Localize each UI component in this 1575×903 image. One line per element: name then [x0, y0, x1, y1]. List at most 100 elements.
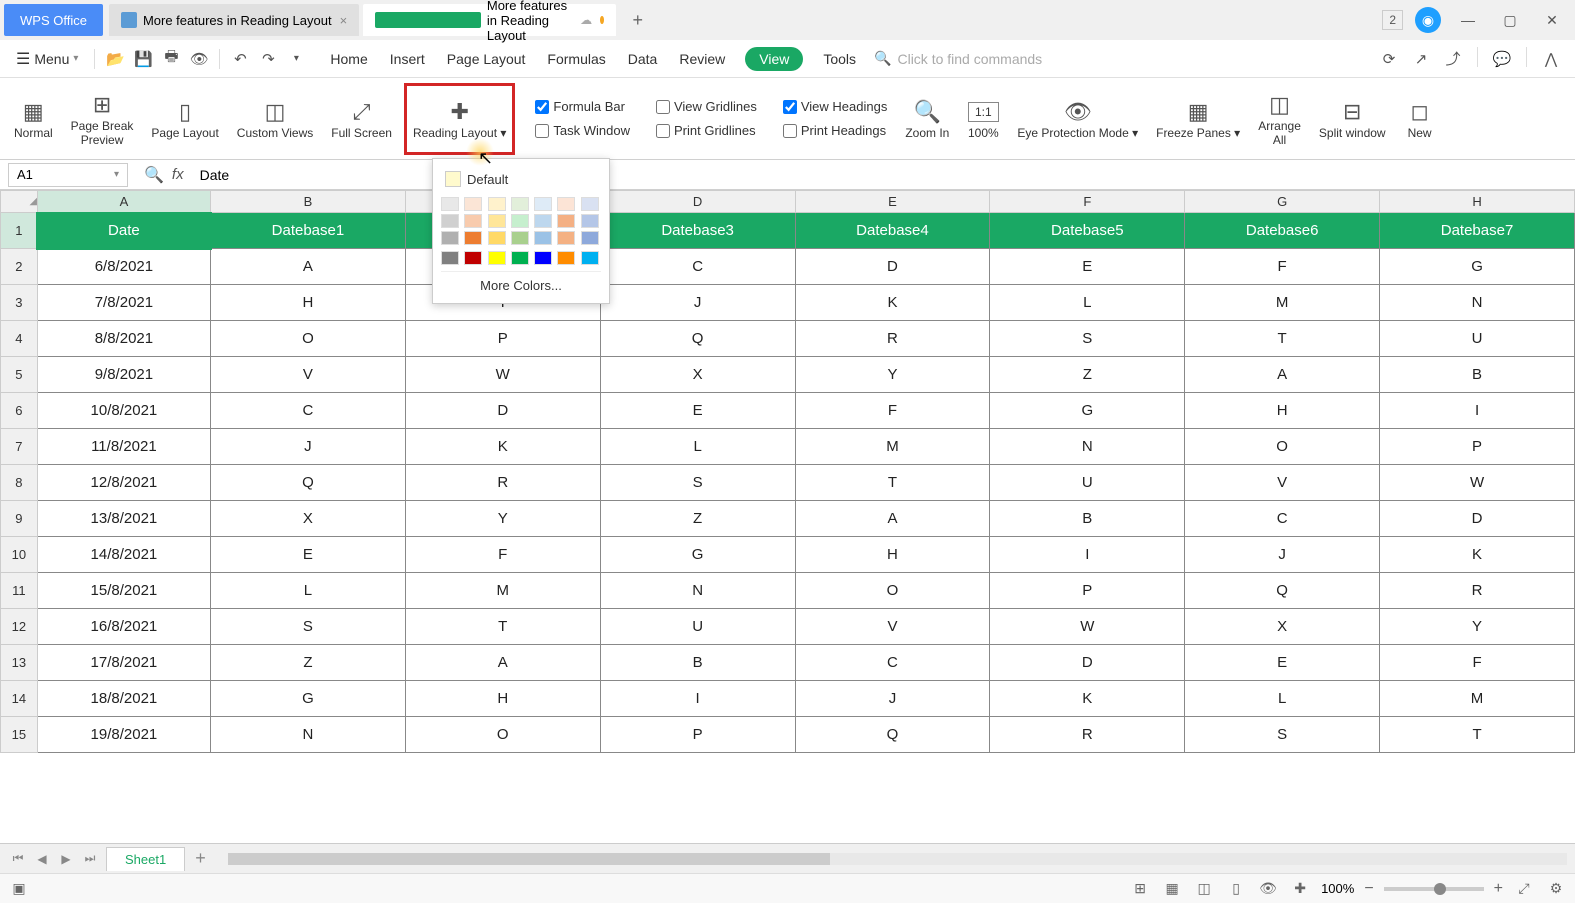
data-cell[interactable]: L: [990, 285, 1185, 321]
data-cell[interactable]: B: [1380, 357, 1575, 393]
data-cell[interactable]: C: [1185, 501, 1380, 537]
first-sheet-button[interactable]: ⏮: [8, 849, 28, 869]
data-cell[interactable]: A: [211, 249, 406, 285]
comments-icon[interactable]: 💬: [1490, 47, 1514, 71]
data-cell[interactable]: Q: [211, 465, 406, 501]
data-cell[interactable]: Z: [211, 645, 406, 681]
formula-bar-check[interactable]: Formula Bar: [529, 96, 636, 118]
data-cell[interactable]: O: [795, 573, 990, 609]
color-swatch[interactable]: [557, 231, 575, 245]
data-cell[interactable]: G: [600, 537, 795, 573]
last-sheet-button[interactable]: ⏭: [80, 849, 100, 869]
data-cell[interactable]: I: [1380, 393, 1575, 429]
color-swatch[interactable]: [581, 214, 599, 228]
data-cell[interactable]: G: [211, 681, 406, 717]
data-cell[interactable]: J: [795, 681, 990, 717]
data-cell[interactable]: E: [600, 393, 795, 429]
data-cell[interactable]: X: [1185, 609, 1380, 645]
data-cell[interactable]: F: [795, 393, 990, 429]
data-cell[interactable]: M: [1185, 285, 1380, 321]
data-cell[interactable]: S: [211, 609, 406, 645]
close-icon[interactable]: ×: [340, 13, 348, 28]
normal-view-button[interactable]: ▦ Normal: [8, 83, 59, 155]
color-swatch[interactable]: [557, 197, 575, 211]
data-cell[interactable]: Z: [990, 357, 1185, 393]
zoom-100-button[interactable]: 1:1 100%: [961, 83, 1005, 155]
arrange-all-button[interactable]: ◫ Arrange All: [1252, 83, 1307, 155]
data-cell[interactable]: A: [795, 501, 990, 537]
data-cell[interactable]: E: [211, 537, 406, 573]
color-swatch[interactable]: [511, 197, 529, 211]
column-header[interactable]: D: [600, 191, 795, 213]
next-sheet-button[interactable]: ▶: [56, 849, 76, 869]
data-cell[interactable]: X: [211, 501, 406, 537]
tab-doc[interactable]: More features in Reading Layout ×: [109, 4, 359, 36]
close-button[interactable]: ✕: [1537, 5, 1567, 35]
more-colors-button[interactable]: More Colors...: [441, 271, 601, 295]
data-cell[interactable]: K: [1380, 537, 1575, 573]
color-swatch[interactable]: [511, 251, 529, 265]
color-swatch[interactable]: [441, 231, 459, 245]
minimize-button[interactable]: —: [1453, 5, 1483, 35]
zoom-out-button[interactable]: −: [1364, 880, 1373, 898]
data-cell[interactable]: P: [405, 321, 600, 357]
chevron-down-icon[interactable]: ▾: [114, 169, 119, 180]
data-cell[interactable]: M: [795, 429, 990, 465]
new-window-button[interactable]: ◻ New: [1398, 83, 1436, 155]
row-header[interactable]: 8: [1, 465, 38, 501]
undo-icon[interactable]: ↶: [228, 47, 252, 71]
row-header[interactable]: 4: [1, 321, 38, 357]
data-cell[interactable]: E: [990, 249, 1185, 285]
freeze-panes-button[interactable]: ▦ Freeze Panes ▾: [1150, 83, 1246, 155]
tab-data[interactable]: Data: [626, 47, 660, 71]
data-cell[interactable]: Z: [600, 501, 795, 537]
color-swatch[interactable]: [581, 251, 599, 265]
data-cell[interactable]: L: [1185, 681, 1380, 717]
data-cell[interactable]: J: [1185, 537, 1380, 573]
row-header[interactable]: 11: [1, 573, 38, 609]
view-gridlines-check[interactable]: View Gridlines: [650, 96, 763, 118]
data-cell[interactable]: 13/8/2021: [37, 501, 210, 537]
redo-icon[interactable]: ↷: [256, 47, 280, 71]
prev-sheet-button[interactable]: ◀: [32, 849, 52, 869]
color-swatch[interactable]: [534, 251, 552, 265]
fullscreen-icon[interactable]: ⤢: [1513, 878, 1535, 900]
task-window-check[interactable]: Task Window: [529, 120, 636, 142]
cancel-formula-icon[interactable]: 🔍: [144, 165, 164, 185]
zoom-thumb[interactable]: [1434, 883, 1446, 895]
data-cell[interactable]: M: [1380, 681, 1575, 717]
record-macro-icon[interactable]: ▣: [8, 878, 30, 900]
header-cell[interactable]: Datebase6: [1185, 213, 1380, 249]
header-cell[interactable]: Datebase7: [1380, 213, 1575, 249]
data-cell[interactable]: F: [405, 537, 600, 573]
data-cell[interactable]: 7/8/2021: [37, 285, 210, 321]
data-cell[interactable]: 16/8/2021: [37, 609, 210, 645]
data-cell[interactable]: J: [211, 429, 406, 465]
eye-mode-icon[interactable]: 👁: [1257, 878, 1279, 900]
color-swatch[interactable]: [511, 231, 529, 245]
eye-protection-button[interactable]: 👁 Eye Protection Mode ▾: [1011, 83, 1144, 155]
data-cell[interactable]: V: [795, 609, 990, 645]
data-cell[interactable]: F: [1185, 249, 1380, 285]
data-cell[interactable]: K: [795, 285, 990, 321]
tab-formulas[interactable]: Formulas: [545, 47, 607, 71]
data-cell[interactable]: 12/8/2021: [37, 465, 210, 501]
data-cell[interactable]: C: [600, 249, 795, 285]
data-cell[interactable]: U: [1380, 321, 1575, 357]
view-mode-4-icon[interactable]: ▯: [1225, 878, 1247, 900]
header-cell[interactable]: Date: [37, 213, 210, 249]
print-gridlines-check[interactable]: Print Gridlines: [650, 120, 763, 142]
color-swatch[interactable]: [581, 197, 599, 211]
data-cell[interactable]: S: [600, 465, 795, 501]
row-header[interactable]: 5: [1, 357, 38, 393]
data-cell[interactable]: E: [1185, 645, 1380, 681]
avatar[interactable]: ◉: [1415, 7, 1441, 33]
tab-sheet[interactable]: More features in Reading Layout ☁: [363, 4, 616, 36]
data-cell[interactable]: U: [990, 465, 1185, 501]
sheet-tab[interactable]: Sheet1: [106, 847, 185, 871]
customize-icon[interactable]: ▾: [284, 47, 308, 71]
data-cell[interactable]: H: [211, 285, 406, 321]
tab-tools[interactable]: Tools: [821, 47, 858, 71]
row-header[interactable]: 6: [1, 393, 38, 429]
row-header[interactable]: 12: [1, 609, 38, 645]
